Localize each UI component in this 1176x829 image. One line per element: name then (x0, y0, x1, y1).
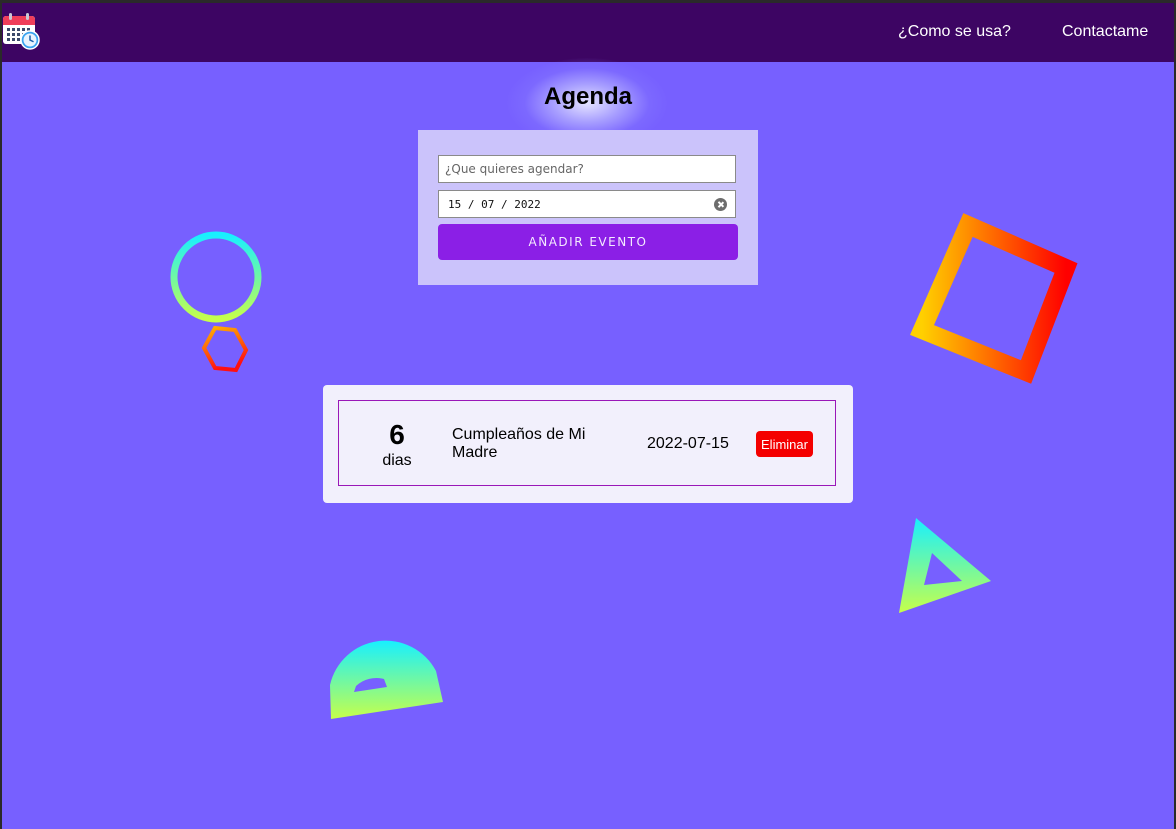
nav-link-contact[interactable]: Contactame (1062, 23, 1148, 41)
clear-circle-icon[interactable] (714, 198, 727, 211)
event-name-input[interactable] (438, 155, 736, 183)
calendar-clock-icon[interactable] (2, 12, 40, 50)
triangle-shape (899, 518, 991, 613)
date-value: 15 / 07 / 2022 (448, 198, 541, 211)
add-event-button[interactable]: AÑADIR EVENTO (438, 224, 738, 260)
event-list: 6 dias Cumpleaños de Mi Madre 2022-07-15… (323, 385, 853, 503)
square-shape (910, 213, 1078, 384)
event-date: 2022-07-15 (647, 435, 729, 452)
semicircle-shape (330, 640, 443, 719)
event-form: 15 / 07 / 2022 AÑADIR EVENTO (418, 130, 758, 285)
event-item: 6 dias Cumpleaños de Mi Madre 2022-07-15… (338, 400, 836, 486)
delete-event-button[interactable]: Eliminar (756, 431, 813, 457)
event-name: Cumpleaños de Mi Madre (452, 426, 586, 461)
ring-shape (170, 231, 262, 323)
days-remaining: 6 (389, 419, 405, 450)
page-title: Agenda (543, 83, 632, 110)
event-date-input[interactable]: 15 / 07 / 2022 (438, 190, 736, 218)
app-frame: ¿Como se usa? Contactame Agenda 15 / 07 … (2, 3, 1174, 829)
days-label: dias (382, 452, 412, 469)
hexagon-shape (201, 325, 249, 373)
navbar: ¿Como se usa? Contactame (2, 3, 1174, 62)
nav-link-how-to-use[interactable]: ¿Como se usa? (898, 23, 1011, 41)
